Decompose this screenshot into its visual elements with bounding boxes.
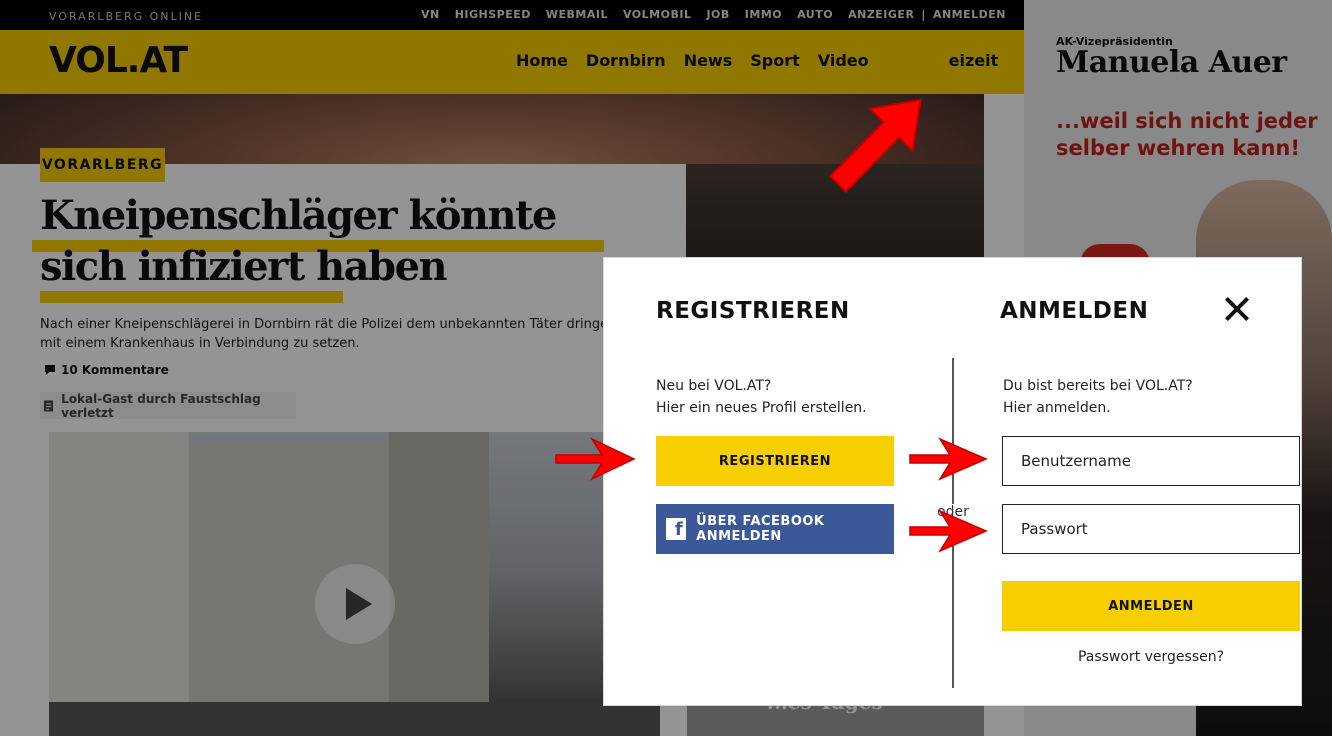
register-button[interactable]: REGISTRIEREN <box>656 436 894 486</box>
login-intro-line: Du bist bereits bei VOL.AT? <box>1003 378 1193 394</box>
username-input[interactable] <box>1002 436 1300 486</box>
close-icon[interactable] <box>1220 292 1254 326</box>
login-register-modal: REGISTRIEREN ANMELDEN oder Neu bei VOL.A… <box>603 257 1302 706</box>
register-title: REGISTRIEREN <box>656 298 850 324</box>
column-divider <box>952 358 954 688</box>
register-intro-line: Hier ein neues Profil erstellen. <box>656 400 867 416</box>
facebook-icon: f <box>666 518 687 540</box>
login-title: ANMELDEN <box>1000 298 1149 324</box>
login-intro-line: Hier anmelden. <box>1003 400 1111 416</box>
or-label: oder <box>934 504 972 520</box>
login-button[interactable]: ANMELDEN <box>1002 581 1300 631</box>
register-intro: Neu bei VOL.AT? Hier ein neues Profil er… <box>656 375 867 419</box>
facebook-login-button[interactable]: f ÜBER FACEBOOK ANMELDEN <box>656 504 894 554</box>
facebook-login-label: ÜBER FACEBOOK ANMELDEN <box>696 514 825 544</box>
register-intro-line: Neu bei VOL.AT? <box>656 378 772 394</box>
password-input[interactable] <box>1002 504 1300 554</box>
forgot-password-link[interactable]: Passwort vergessen? <box>1002 649 1300 665</box>
login-intro: Du bist bereits bei VOL.AT? Hier anmelde… <box>1003 375 1193 419</box>
